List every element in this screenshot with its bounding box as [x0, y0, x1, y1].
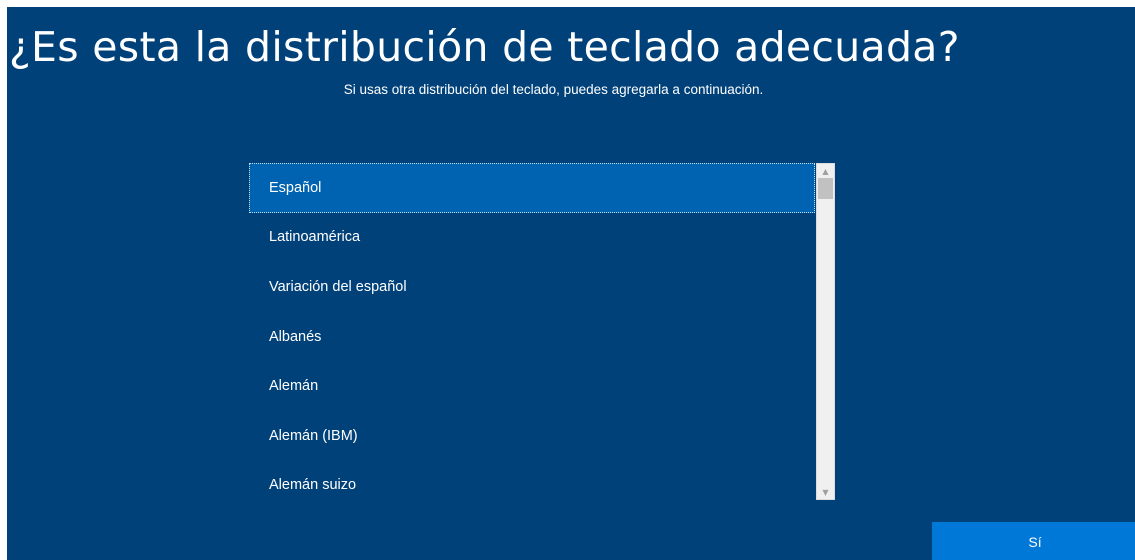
keyboard-layout-items: Español Latinoamérica Variación del espa… [249, 163, 815, 500]
list-item-albanes[interactable]: Albanés [249, 312, 815, 362]
list-item-espanol[interactable]: Español [249, 163, 815, 213]
oobe-screen: ¿Es esta la distribución de teclado adec… [7, 7, 1135, 560]
page-title: ¿Es esta la distribución de teclado adec… [9, 23, 960, 71]
keyboard-layout-list[interactable]: Español Latinoamérica Variación del espa… [249, 163, 836, 500]
chevron-down-icon: ▼ [822, 487, 829, 497]
yes-button[interactable]: Sí [932, 522, 1135, 560]
scroll-up-button[interactable]: ▲ [817, 164, 834, 178]
list-item-aleman-ibm[interactable]: Alemán (IBM) [249, 411, 815, 461]
chevron-up-icon: ▲ [822, 166, 829, 176]
list-item-variacion-del-espanol[interactable]: Variación del español [249, 262, 815, 312]
page-subtitle: Si usas otra distribución del teclado, p… [343, 82, 764, 97]
scroll-thumb[interactable] [818, 178, 833, 199]
list-scrollbar[interactable]: ▲ ▼ [816, 163, 835, 500]
scroll-down-button[interactable]: ▼ [817, 485, 834, 499]
list-item-latinoamerica[interactable]: Latinoamérica [249, 213, 815, 263]
list-item-aleman-suizo[interactable]: Alemán suizo [249, 461, 815, 500]
list-item-aleman[interactable]: Alemán [249, 361, 815, 411]
